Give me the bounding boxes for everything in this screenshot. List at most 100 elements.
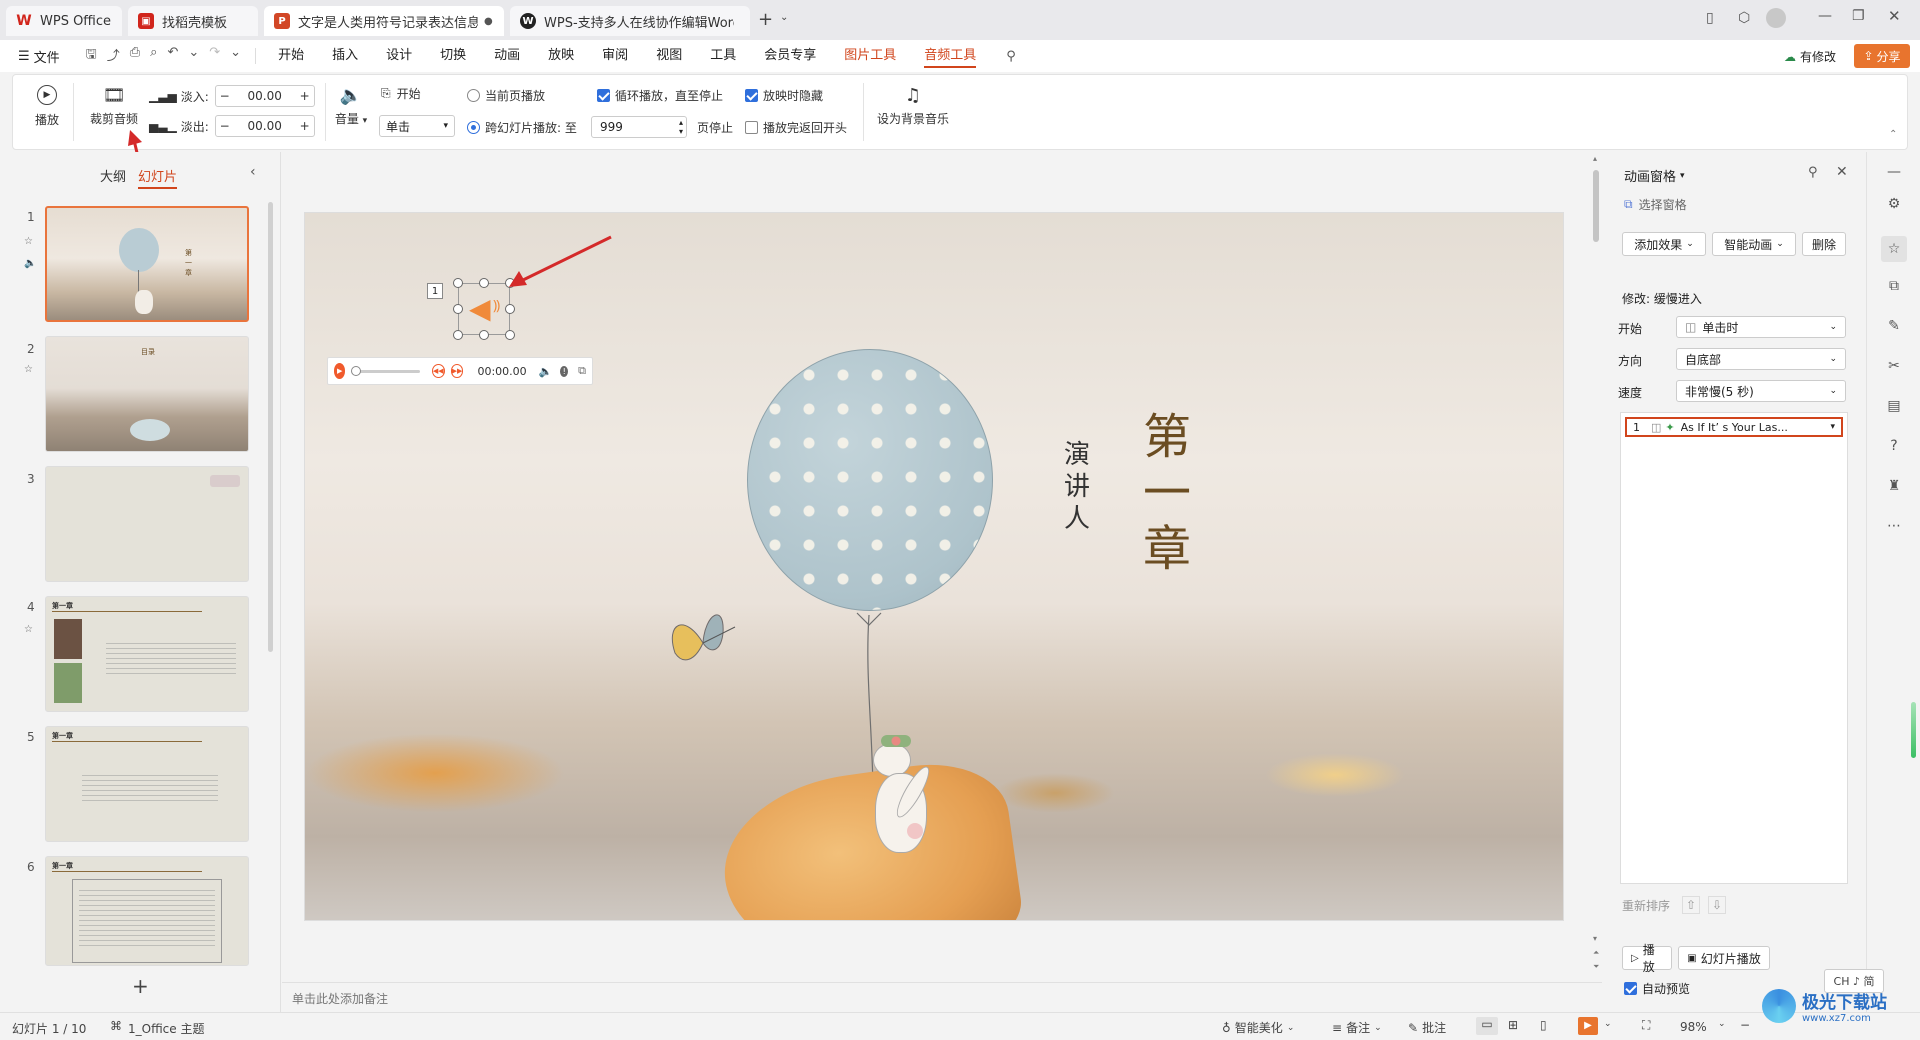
smart-beautify-button[interactable]: ♁ 智能美化 ⌄: [1222, 1019, 1294, 1036]
chevron-down-icon[interactable]: ⌄: [1604, 1019, 1612, 1029]
resize-handle[interactable]: [505, 304, 515, 314]
menu-transition[interactable]: 切换: [440, 44, 466, 68]
hide-checkbox[interactable]: [745, 89, 758, 102]
increment-icon[interactable]: +: [296, 89, 314, 103]
collapse-icon[interactable]: —: [1884, 162, 1904, 182]
slide-thumbnail-5[interactable]: 第一章: [45, 726, 249, 842]
resize-handle[interactable]: [505, 330, 515, 340]
chevron-down-icon[interactable]: ▾: [1830, 422, 1835, 432]
reading-view-icon[interactable]: ▯: [1540, 1018, 1547, 1032]
decrement-icon[interactable]: −: [216, 89, 234, 103]
print-icon[interactable]: ⎙: [130, 45, 140, 67]
redo-icon[interactable]: ↷: [209, 45, 220, 67]
zoom-level[interactable]: 98%: [1680, 1020, 1707, 1034]
rewind-checkbox[interactable]: [745, 121, 758, 134]
comments-button[interactable]: ✎ 批注: [1408, 1019, 1446, 1036]
slide-thumbnail-6[interactable]: 第一章: [45, 856, 249, 966]
notes-button[interactable]: ≡ 备注 ⌄: [1332, 1019, 1382, 1036]
resize-handle[interactable]: [479, 278, 489, 288]
menu-tools[interactable]: 工具: [710, 44, 736, 68]
audio-progress-track[interactable]: [351, 365, 420, 376]
scroll-down-icon[interactable]: ▾: [1593, 934, 1597, 943]
animation-list-item[interactable]: 1 ◫ ✦ As If It’ s Your Las... ▾: [1625, 417, 1843, 437]
resize-handle[interactable]: [479, 330, 489, 340]
export-icon[interactable]: ⤴: [107, 45, 120, 67]
side-scroll-indicator[interactable]: [1911, 702, 1916, 758]
tab-docer[interactable]: ▣ 找稻壳模板: [128, 6, 258, 36]
resize-handle[interactable]: [453, 278, 463, 288]
slideshow-icon[interactable]: ▶: [1578, 1017, 1598, 1035]
loop-option[interactable]: 循环播放，直至停止: [597, 87, 723, 104]
forward-icon[interactable]: ▶▶: [450, 364, 464, 378]
animation-star-icon[interactable]: ☆: [1881, 236, 1907, 262]
progress-knob[interactable]: [351, 365, 362, 376]
undo-icon[interactable]: ↶: [167, 45, 178, 67]
collapse-panel-icon[interactable]: ‹: [250, 164, 256, 180]
layout-icon[interactable]: ▯: [1706, 10, 1714, 26]
cross-slide-value[interactable]: 999: [600, 120, 623, 134]
cross-slide-radio[interactable]: [467, 121, 480, 134]
increment-icon[interactable]: +: [296, 119, 314, 133]
help-icon[interactable]: ?: [1884, 436, 1904, 456]
menu-picture-tools[interactable]: 图片工具: [844, 44, 896, 68]
prev-slide-icon[interactable]: ⏶: [1593, 948, 1599, 958]
share-button[interactable]: ⇪ 分享: [1854, 44, 1910, 68]
slide-sorter-icon[interactable]: ⊞: [1508, 1018, 1518, 1032]
fit-window-icon[interactable]: ⛶: [1642, 1018, 1650, 1033]
pin-icon[interactable]: ⚲: [1808, 165, 1818, 180]
has-changes-indicator[interactable]: ☁ 有修改: [1784, 48, 1836, 65]
print-preview-icon[interactable]: ⌕: [150, 45, 157, 67]
canvas-scrollbar[interactable]: ▴ ▾ ⏶ ⏷: [1590, 152, 1602, 978]
decrement-icon[interactable]: −: [216, 119, 234, 133]
menu-insert[interactable]: 插入: [332, 44, 358, 68]
animation-order-badge[interactable]: 1: [427, 283, 443, 299]
properties-icon[interactable]: ⚙: [1884, 194, 1904, 214]
thumbnail-scrollbar[interactable]: [268, 202, 273, 652]
book-icon[interactable]: ▤: [1884, 396, 1904, 416]
auto-preview-checkbox[interactable]: [1624, 982, 1637, 995]
theme-name[interactable]: 1_Office 主题: [128, 1020, 204, 1037]
play-button[interactable]: ▶ 播放: [29, 85, 65, 128]
info-icon[interactable]: !: [560, 365, 569, 377]
presenter-label[interactable]: 演 讲 人: [1057, 439, 1097, 535]
slide-thumbnail-4[interactable]: 第一章: [45, 596, 249, 712]
rewind-icon[interactable]: ◀◀: [431, 364, 445, 378]
animation-pane-title[interactable]: 动画窗格 ▾: [1624, 166, 1685, 185]
unsaved-dot-icon[interactable]: ●: [484, 16, 493, 27]
close-icon[interactable]: ✕: [1888, 7, 1901, 25]
chevron-down-icon[interactable]: ⌄: [1718, 1019, 1726, 1029]
slideshow-play-button[interactable]: ▣ 幻灯片播放: [1678, 946, 1770, 970]
add-slide-icon[interactable]: +: [132, 974, 149, 998]
current-page-radio[interactable]: [467, 89, 480, 102]
cross-slide-option[interactable]: 跨幻灯片播放: 至: [467, 119, 577, 136]
fade-in-stepper[interactable]: − 00.00 +: [214, 85, 315, 107]
save-icon[interactable]: 🖫: [86, 45, 97, 67]
selection-pane-link[interactable]: ⧉ 选择窗格: [1624, 196, 1687, 213]
zoom-out-icon[interactable]: −: [1740, 1018, 1750, 1032]
fade-out-stepper[interactable]: − 00.00 +: [214, 115, 315, 137]
spin-arrows-icon[interactable]: ▴ ▾: [679, 118, 686, 136]
audio-object[interactable]: ◀ ⸩: [458, 283, 510, 335]
move-down-icon[interactable]: ⇩: [1708, 896, 1727, 914]
trim-icon[interactable]: ⧉: [578, 364, 586, 378]
smart-icon[interactable]: ✎: [1884, 316, 1904, 336]
smart-animation-button[interactable]: 智能动画 ⌄: [1712, 232, 1796, 256]
rewind-option[interactable]: 播放完返回开头: [745, 119, 847, 136]
volume-button[interactable]: 🔈 音量 ▾: [331, 85, 371, 127]
volume-icon[interactable]: 🔈: [539, 365, 553, 378]
tab-document-active[interactable]: P 文字是人类用符号记录表达信息以 ●: [264, 6, 504, 36]
current-page-option[interactable]: 当前页播放: [467, 87, 545, 104]
fade-in-value[interactable]: 00.00: [234, 89, 296, 103]
hide-option[interactable]: 放映时隐藏: [745, 87, 823, 104]
more-dropdown-icon[interactable]: ⌄: [230, 45, 241, 67]
preview-play-button[interactable]: ▷ 播放: [1622, 943, 1672, 974]
menu-home[interactable]: 开始: [278, 44, 304, 68]
animation-list[interactable]: 1 ◫ ✦ As If It’ s Your Las... ▾: [1620, 412, 1848, 884]
fade-out-value[interactable]: 00.00: [234, 119, 296, 133]
menu-review[interactable]: 审阅: [602, 44, 628, 68]
close-pane-icon[interactable]: ✕: [1836, 164, 1848, 180]
add-effect-button[interactable]: 添加效果 ⌄: [1622, 232, 1706, 256]
chapter-title[interactable]: 第 一 章: [1137, 409, 1197, 577]
menu-animation[interactable]: 动画: [494, 44, 520, 68]
loop-checkbox[interactable]: [597, 89, 610, 102]
